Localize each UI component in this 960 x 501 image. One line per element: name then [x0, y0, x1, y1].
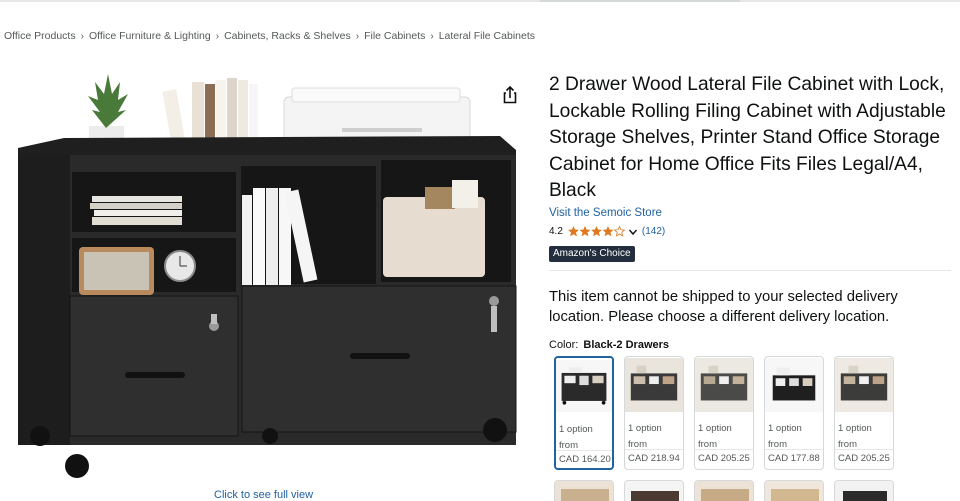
swatch-price: CAD 164.20 — [559, 454, 611, 465]
breadcrumb-separator: › — [355, 30, 360, 42]
breadcrumb-separator: › — [430, 30, 434, 42]
swatch-thumbnail — [556, 359, 612, 413]
breadcrumb-office-furniture[interactable]: Office Furniture & Lighting — [89, 30, 211, 42]
color-swatch-9[interactable] — [764, 480, 824, 501]
breadcrumb-separator: › — [80, 30, 84, 42]
color-selected-value: Black-2 Drawers — [583, 339, 670, 351]
breadcrumb-cabinets-racks[interactable]: Cabinets, Racks & Shelves — [224, 30, 351, 42]
color-label: Color: Black-2 Drawers — [549, 339, 669, 351]
swatch-thumbnail — [625, 357, 683, 413]
color-swatches: 1 option from CAD 164.20 1 option from CAD… — [554, 356, 894, 470]
color-swatch-black-2-drawers[interactable]: 1 option from CAD 164.20 — [554, 356, 614, 470]
rating-value: 4.2 — [549, 226, 563, 237]
share-icon[interactable] — [500, 85, 520, 105]
product-title: 2 Drawer Wood Lateral File Cabinet with … — [549, 74, 946, 202]
chevron-down-icon[interactable] — [628, 227, 638, 237]
breadcrumb: Office Products › Office Furniture & Lig… — [4, 30, 535, 42]
rating-count[interactable]: (142) — [642, 226, 665, 237]
full-view-link[interactable]: Click to see full view — [214, 489, 313, 501]
color-label-text: Color: — [549, 339, 579, 351]
amazons-choice-badge[interactable]: Amazon's Choice — [549, 246, 635, 262]
breadcrumb-office-products[interactable]: Office Products — [4, 30, 76, 42]
breadcrumb-separator: › — [215, 30, 220, 42]
star-icon — [602, 226, 614, 237]
color-swatch-7[interactable] — [624, 480, 684, 501]
breadcrumb-file-cabinets[interactable]: File Cabinets — [364, 30, 425, 42]
color-swatches-row-2 — [554, 480, 894, 501]
swatch-thumbnail — [695, 357, 753, 413]
color-swatch-3[interactable]: 1 option from CAD 205.25 — [694, 356, 754, 470]
store-link[interactable]: Visit the Semoic Store — [549, 207, 662, 219]
color-swatch-8[interactable] — [694, 480, 754, 501]
star-icon — [590, 226, 603, 237]
divider — [549, 270, 951, 271]
top-rule — [0, 0, 960, 2]
color-swatch-6[interactable] — [554, 480, 614, 501]
color-swatch-2[interactable]: 1 option from CAD 218.94 — [624, 356, 684, 470]
swatch-price: CAD 177.88 — [768, 453, 820, 464]
star-icon — [613, 226, 626, 237]
breadcrumb-lateral-file-cabinets[interactable]: Lateral File Cabinets — [439, 30, 535, 42]
star-icon — [579, 226, 591, 237]
swatch-thumbnail — [765, 357, 823, 413]
swatch-price: CAD 205.25 — [698, 453, 750, 464]
color-swatch-4[interactable]: 1 option from CAD 177.88 — [764, 356, 824, 470]
swatch-price: CAD 205.25 — [838, 453, 890, 464]
color-swatch-10[interactable] — [834, 480, 894, 501]
rating-row: 4.2 (142) — [549, 226, 665, 237]
product-image[interactable]: Click to see full view — [0, 60, 540, 501]
swatch-thumbnail — [835, 357, 893, 413]
color-swatch-5[interactable]: 1 option from CAD 205.25 — [834, 356, 894, 470]
shipping-message: This item cannot be shipped to your sele… — [549, 289, 898, 325]
swatch-price: CAD 218.94 — [628, 453, 680, 464]
rating-stars[interactable] — [567, 226, 626, 237]
plant-leaves — [88, 74, 128, 128]
star-icon — [567, 226, 580, 237]
